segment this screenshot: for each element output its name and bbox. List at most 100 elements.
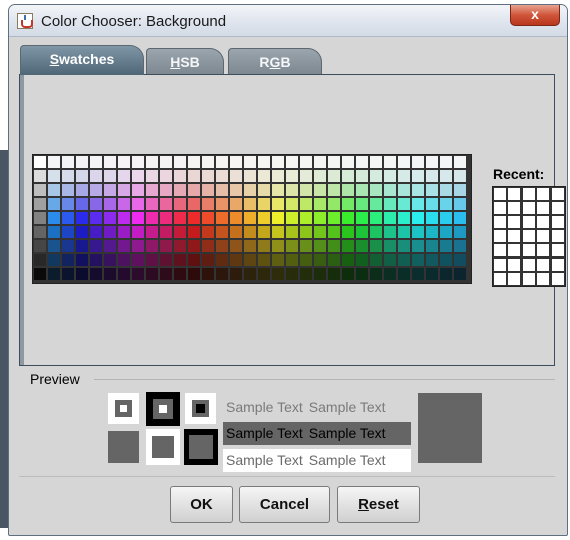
color-swatch[interactable]: [104, 198, 116, 210]
color-swatch[interactable]: [356, 240, 368, 252]
color-swatch[interactable]: [76, 184, 88, 196]
color-swatch[interactable]: [216, 198, 228, 210]
color-swatch[interactable]: [356, 170, 368, 182]
color-swatch[interactable]: [286, 198, 298, 210]
color-swatch[interactable]: [160, 240, 172, 252]
color-swatch[interactable]: [76, 254, 88, 266]
color-swatch[interactable]: [272, 170, 284, 182]
color-swatch[interactable]: [398, 212, 410, 224]
reset-button[interactable]: Reset: [337, 486, 420, 523]
color-swatch[interactable]: [454, 254, 466, 266]
color-swatch[interactable]: [188, 240, 200, 252]
color-swatch[interactable]: [188, 268, 200, 280]
color-swatch[interactable]: [356, 226, 368, 238]
color-swatch[interactable]: [314, 254, 326, 266]
color-swatch[interactable]: [174, 184, 186, 196]
color-swatch[interactable]: [48, 184, 60, 196]
recent-swatch[interactable]: [494, 272, 506, 285]
color-swatch[interactable]: [132, 254, 144, 266]
recent-swatch[interactable]: [551, 258, 564, 271]
color-swatch[interactable]: [286, 156, 298, 168]
color-swatch[interactable]: [174, 198, 186, 210]
color-swatch[interactable]: [244, 254, 256, 266]
color-swatch[interactable]: [286, 170, 298, 182]
color-swatch[interactable]: [132, 198, 144, 210]
color-swatch[interactable]: [426, 240, 438, 252]
color-swatch[interactable]: [76, 268, 88, 280]
color-swatch[interactable]: [398, 198, 410, 210]
color-swatch[interactable]: [90, 198, 102, 210]
color-swatch[interactable]: [300, 268, 312, 280]
color-swatch[interactable]: [104, 184, 116, 196]
color-swatch[interactable]: [202, 254, 214, 266]
color-swatch[interactable]: [398, 240, 410, 252]
color-swatch[interactable]: [314, 212, 326, 224]
color-swatch[interactable]: [34, 170, 46, 182]
color-swatch[interactable]: [370, 226, 382, 238]
color-swatch[interactable]: [426, 268, 438, 280]
color-swatch[interactable]: [454, 170, 466, 182]
color-swatch[interactable]: [356, 268, 368, 280]
color-swatch[interactable]: [230, 156, 242, 168]
color-swatch[interactable]: [272, 198, 284, 210]
color-swatch[interactable]: [412, 156, 424, 168]
color-swatch[interactable]: [104, 268, 116, 280]
color-swatch[interactable]: [384, 184, 396, 196]
color-swatch[interactable]: [188, 184, 200, 196]
recent-swatch[interactable]: [494, 216, 506, 229]
recent-swatch[interactable]: [508, 188, 521, 200]
color-swatch[interactable]: [356, 254, 368, 266]
color-swatch[interactable]: [202, 170, 214, 182]
color-swatch[interactable]: [384, 226, 396, 238]
color-swatch[interactable]: [62, 268, 74, 280]
color-swatch[interactable]: [258, 170, 270, 182]
color-swatch[interactable]: [244, 226, 256, 238]
color-swatch[interactable]: [300, 212, 312, 224]
color-swatch[interactable]: [34, 268, 46, 280]
color-swatch[interactable]: [118, 184, 130, 196]
color-swatch[interactable]: [398, 254, 410, 266]
color-swatch[interactable]: [216, 170, 228, 182]
color-swatch[interactable]: [146, 240, 158, 252]
color-swatch[interactable]: [202, 184, 214, 196]
color-swatch[interactable]: [216, 156, 228, 168]
color-swatch[interactable]: [90, 212, 102, 224]
color-swatch[interactable]: [118, 212, 130, 224]
color-swatch[interactable]: [76, 198, 88, 210]
color-swatch[interactable]: [230, 268, 242, 280]
color-swatch[interactable]: [202, 226, 214, 238]
color-swatch[interactable]: [90, 240, 102, 252]
color-swatch[interactable]: [426, 198, 438, 210]
recent-swatch[interactable]: [522, 188, 535, 200]
color-swatch[interactable]: [160, 184, 172, 196]
color-swatch[interactable]: [132, 240, 144, 252]
color-swatch[interactable]: [300, 240, 312, 252]
color-swatch[interactable]: [440, 184, 452, 196]
color-swatch[interactable]: [258, 240, 270, 252]
color-swatch[interactable]: [230, 184, 242, 196]
color-swatch[interactable]: [300, 254, 312, 266]
color-swatch[interactable]: [258, 268, 270, 280]
recent-swatch[interactable]: [508, 230, 521, 243]
color-swatch[interactable]: [216, 254, 228, 266]
color-swatch[interactable]: [90, 184, 102, 196]
color-swatch[interactable]: [34, 240, 46, 252]
color-swatch[interactable]: [384, 268, 396, 280]
color-swatch[interactable]: [34, 198, 46, 210]
color-swatch[interactable]: [76, 170, 88, 182]
color-swatch[interactable]: [356, 212, 368, 224]
color-swatch[interactable]: [174, 240, 186, 252]
color-swatch[interactable]: [272, 268, 284, 280]
color-swatch[interactable]: [62, 156, 74, 168]
recent-swatch[interactable]: [508, 258, 521, 271]
color-swatch[interactable]: [328, 212, 340, 224]
recent-swatch[interactable]: [551, 272, 564, 285]
tab-hsb[interactable]: HSB: [146, 48, 224, 74]
color-swatch[interactable]: [440, 156, 452, 168]
color-swatch[interactable]: [62, 240, 74, 252]
color-swatch[interactable]: [188, 156, 200, 168]
color-swatch[interactable]: [90, 226, 102, 238]
recent-swatch[interactable]: [551, 230, 564, 243]
color-swatch[interactable]: [412, 170, 424, 182]
color-swatch[interactable]: [342, 268, 354, 280]
